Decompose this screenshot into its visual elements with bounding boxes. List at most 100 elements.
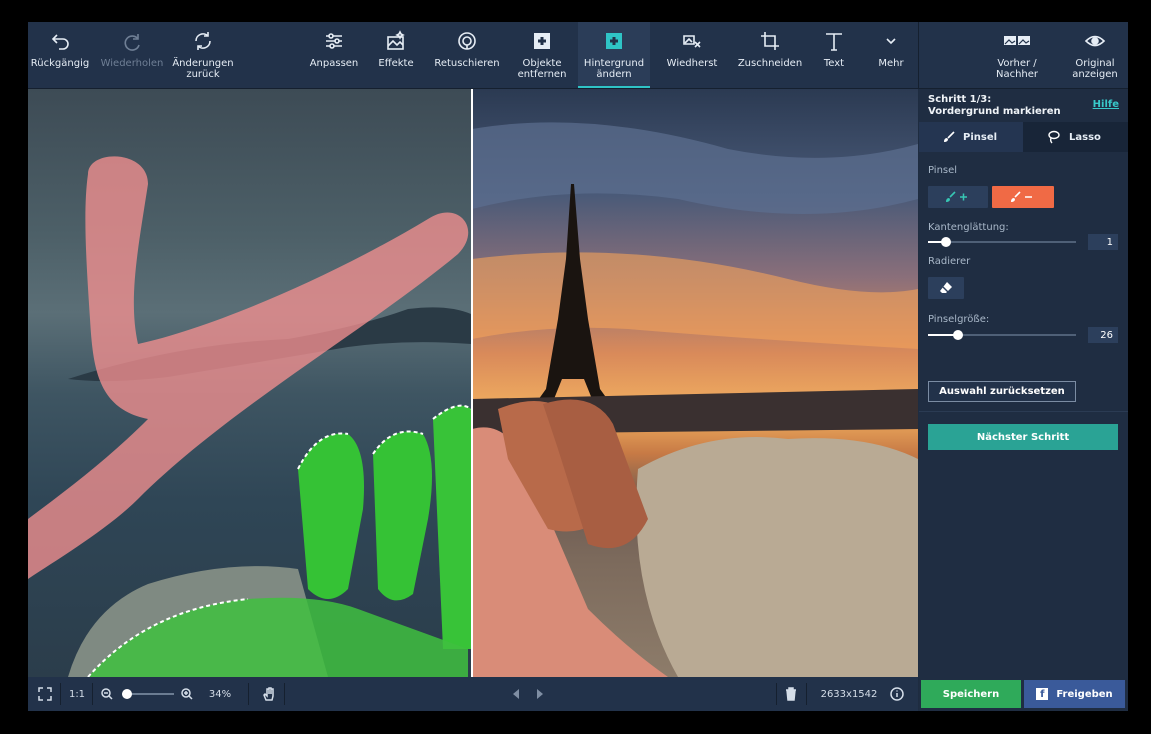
trash-icon [786, 687, 796, 701]
pan-tool-button[interactable] [256, 677, 282, 711]
revert-changes-button[interactable]: Änderungen zurück [168, 22, 238, 88]
actual-size-button[interactable]: 1:1 [64, 677, 90, 711]
brush-size-slider-knob[interactable] [952, 330, 963, 340]
canvas-artwork [28, 122, 918, 677]
brush-remove-button[interactable] [992, 186, 1054, 208]
arrow-left-icon [513, 689, 519, 699]
brush-section-label: Pinsel [928, 165, 958, 176]
share-button[interactable]: f Freigeben [1024, 680, 1125, 708]
brush-size-value[interactable]: 26 [1088, 327, 1118, 343]
restore-button[interactable]: Wiedherst [660, 22, 724, 88]
undo-icon [51, 34, 69, 50]
photo-editor-window: Rückgängig Wiederholen Änderungen zurück… [28, 22, 1128, 711]
separator [248, 683, 249, 705]
more-button[interactable]: Mehr [868, 22, 914, 88]
eraser-label: Radierer [928, 256, 971, 267]
effects-label: Effekte [378, 58, 414, 69]
retouch-button[interactable]: Retuschieren [430, 22, 504, 88]
smoothing-value[interactable]: 1 [1088, 234, 1118, 250]
crop-button[interactable]: Zuschneiden [730, 22, 810, 88]
brush-add-button[interactable] [928, 186, 988, 208]
tab-lasso[interactable]: Lasso [1023, 122, 1128, 152]
adjust-label: Anpassen [309, 58, 359, 69]
crop-label: Zuschneiden [737, 58, 803, 69]
zoom-slider-knob[interactable] [122, 689, 132, 699]
restore-label: Wiedherst [666, 58, 718, 69]
adjust-button[interactable]: Anpassen [304, 22, 364, 88]
step-number: Schritt 1/3: [928, 94, 992, 105]
separator [776, 683, 777, 705]
brush-icon [944, 131, 955, 142]
undo-label: Rückgängig [30, 58, 90, 69]
zoom-out-icon [101, 688, 113, 700]
left-green-shoe [298, 433, 364, 599]
toolbar-divider [918, 22, 919, 88]
smoothing-slider-knob[interactable] [940, 237, 951, 247]
tab-lasso-label: Lasso [1069, 131, 1101, 143]
delete-button[interactable] [780, 677, 802, 711]
text-button[interactable]: Text [812, 22, 856, 88]
more-label: Mehr [878, 58, 904, 69]
separator [60, 683, 61, 705]
text-label: Text [823, 58, 845, 69]
bottom-bar: 1:1 34% 2633x1542 [28, 677, 918, 711]
undo-button[interactable]: Rückgängig [30, 22, 90, 88]
expand-icon [38, 687, 52, 701]
step-indicator: Schritt 1/3: Vordergrund markieren [928, 94, 1061, 118]
lasso-icon [1048, 130, 1060, 144]
zoom-in-icon [181, 688, 193, 700]
show-original-label: Original anzeigen [1072, 58, 1118, 80]
side-panel: Schritt 1/3: Vordergrund markieren Hilfe… [919, 89, 1128, 711]
reset-selection-button[interactable]: Auswahl zurücksetzen [928, 381, 1076, 402]
text-icon [826, 33, 842, 51]
tab-brush-label: Pinsel [963, 131, 998, 143]
eye-icon [1084, 35, 1106, 47]
redo-button[interactable]: Wiederholen [98, 22, 166, 88]
sunset-glow [472, 252, 918, 349]
separator [806, 683, 807, 705]
redo-icon [124, 34, 140, 51]
eraser-icon [940, 282, 952, 293]
arrow-right-icon [537, 689, 543, 699]
brush-size-label: Pinselgröße: [928, 314, 990, 325]
show-original-button[interactable]: Original anzeigen [1064, 22, 1126, 88]
zoom-out-button[interactable] [98, 677, 116, 711]
eraser-button[interactable] [928, 277, 964, 299]
zoom-level: 34% [208, 688, 232, 700]
save-button[interactable]: Speichern [921, 680, 1021, 708]
zoom-in-button[interactable] [178, 677, 196, 711]
tab-brush[interactable]: Pinsel [919, 122, 1023, 152]
crop-icon [761, 32, 779, 50]
remove-objects-button[interactable]: Objekte entfernen [510, 22, 574, 88]
facebook-icon: f [1036, 688, 1049, 700]
share-label: Freigeben [1056, 688, 1113, 700]
effects-icon [387, 30, 405, 50]
before-after-label: Vorher / Nachher [995, 58, 1039, 80]
before-after-button[interactable]: Vorher / Nachher [986, 22, 1048, 88]
step-title: Vordergrund markieren [928, 106, 1061, 117]
image-canvas[interactable] [28, 89, 918, 677]
previous-button[interactable] [506, 677, 526, 711]
zoom-slider[interactable] [120, 677, 176, 711]
chevron-down-icon [886, 38, 896, 45]
change-background-button[interactable]: Hintergrund ändern [578, 22, 650, 88]
info-button[interactable] [886, 677, 908, 711]
restore-icon [683, 35, 701, 48]
refresh-icon [195, 32, 211, 50]
revert-changes-label: Änderungen zurück [172, 58, 234, 80]
next-button[interactable] [530, 677, 550, 711]
main-toolbar: Rückgängig Wiederholen Änderungen zurück… [28, 22, 1128, 89]
left-green-shoe-2 [373, 431, 432, 601]
change-background-icon [606, 33, 622, 49]
before-after-icon [1004, 36, 1030, 45]
brush-plus-icon [946, 191, 967, 202]
before-after-divider[interactable] [471, 89, 473, 677]
help-link[interactable]: Hilfe [1093, 99, 1119, 110]
tool-tabs: Pinsel Lasso [919, 122, 1128, 152]
next-step-button[interactable]: Nächster Schritt [928, 424, 1118, 450]
fit-screen-button[interactable] [32, 677, 58, 711]
clouds [472, 122, 918, 214]
effects-button[interactable]: Effekte [368, 22, 424, 88]
image-dimensions: 2633x1542 [820, 688, 878, 700]
smoothing-label: Kantenglättung: [928, 222, 1009, 233]
